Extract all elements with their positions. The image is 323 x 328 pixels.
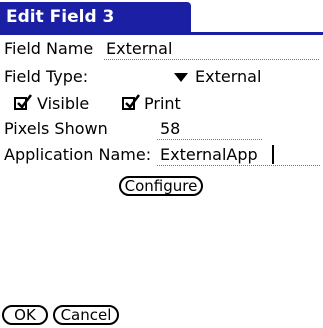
field-name-label: Field Name [4,39,94,58]
print-checkbox[interactable]: Print [122,93,202,115]
application-name-label: Application Name: [4,145,152,164]
visible-checkbox[interactable]: Visible [14,93,106,115]
print-label: Print [144,94,181,113]
field-name-underline [104,59,319,60]
application-name-input[interactable]: ExternalApp [160,145,258,165]
form-title: Edit Field 3 [0,2,191,33]
title-divider [0,32,323,35]
cancel-button[interactable]: Cancel [53,305,119,325]
text-cursor [272,145,274,164]
pixels-shown-input[interactable]: 58 [160,119,180,139]
checkmark-icon [122,94,140,110]
pixels-shown-underline [157,139,262,140]
field-type-label: Field Type: [4,67,89,86]
field-name-input[interactable]: External [106,39,172,59]
checkmark-icon [14,94,32,110]
configure-button[interactable]: Configure [119,176,203,196]
ok-button[interactable]: OK [2,305,48,325]
visible-label: Visible [37,94,90,113]
field-type-dropdown[interactable]: External [174,66,322,88]
chevron-down-icon [174,73,188,82]
field-type-value: External [195,67,262,86]
pixels-shown-label: Pixels Shown [4,119,108,138]
application-name-underline [157,165,320,166]
